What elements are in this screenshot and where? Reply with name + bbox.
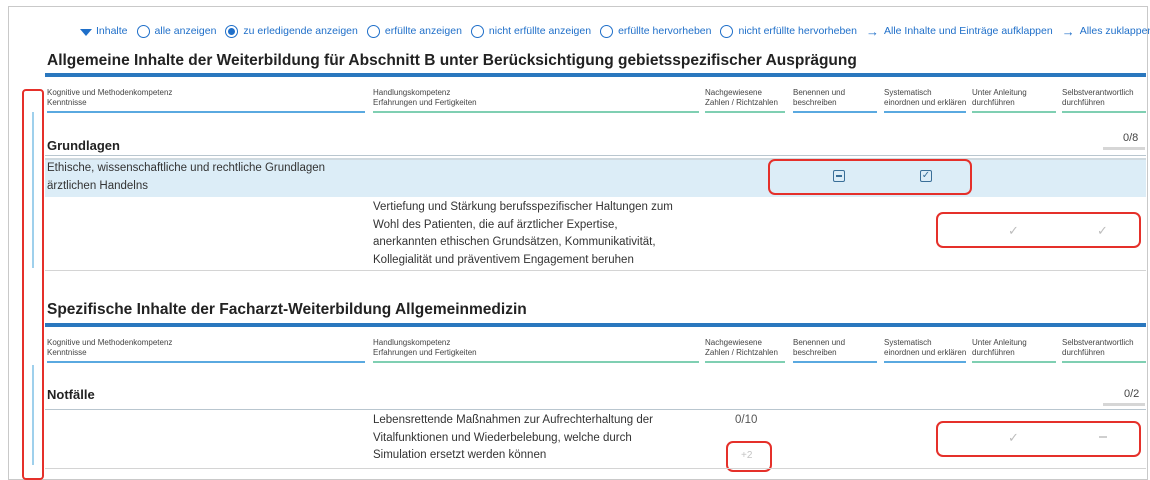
radio-icon — [720, 24, 734, 38]
column-header-systematisch: Systematisch einordnen und erklären — [884, 88, 967, 107]
filter-option-label: nicht erfüllte hervorheben — [738, 25, 857, 37]
radio-icon — [470, 24, 484, 38]
column-underline — [705, 361, 785, 363]
column-header-anleitung: Unter Anleitung durchführen — [972, 88, 1027, 107]
radio-icon — [136, 24, 150, 38]
column-header-nachgewiesen: Nachgewiesene Zahlen / Richtzahlen — [705, 338, 778, 357]
column-underline — [1062, 361, 1146, 363]
row-fertigkeit-text: Vertiefung und Stärkung berufsspezifisch… — [373, 201, 673, 266]
richtzahl-value: 0/10 — [735, 414, 758, 426]
column-underline — [972, 111, 1056, 113]
filter-option-zu-erledigende[interactable]: zu erledigende anzeigen — [225, 24, 358, 38]
group-title[interactable]: Notfälle — [47, 387, 95, 402]
row-divider — [45, 468, 1146, 469]
column-underline — [373, 361, 699, 363]
group-count: 0/2 — [1124, 388, 1140, 400]
radio-icon — [600, 24, 614, 38]
column-underline — [705, 111, 785, 113]
filter-option-erfuellte-hervorheben[interactable]: erfüllte hervorheben — [600, 24, 712, 38]
column-header-anleitung: Unter Anleitung durchführen — [972, 338, 1027, 357]
column-header-nachgewiesen: Nachgewiesene Zahlen / Richtzahlen — [705, 88, 778, 107]
column-header-kognitive: Kognitive und Methodenkompetenz Kenntniss… — [47, 88, 173, 107]
expand-all-link[interactable]: → Alle Inhalte und Einträge aufklappen — [866, 25, 1053, 38]
column-header-selbst: Selbstverantwortlich durchführen — [1062, 88, 1134, 107]
radio-icon — [366, 24, 380, 38]
section-divider — [45, 73, 1146, 77]
group-count: 0/8 — [1123, 132, 1139, 144]
inhalte-label: Inhalte — [96, 25, 128, 37]
group-progress-bar — [1103, 403, 1145, 406]
column-header-systematisch: Systematisch einordnen und erklären — [884, 338, 967, 357]
column-underline — [972, 361, 1056, 363]
column-header-benennen: Benennen und beschreiben — [793, 88, 846, 107]
column-header-selbst: Selbstverantwortlich durchführen — [1062, 338, 1134, 357]
group-divider — [45, 155, 1146, 156]
column-header-handlung: Handlungskompetenz Erfahrungen und Fertig… — [373, 338, 477, 357]
column-underline — [884, 111, 966, 113]
column-underline — [793, 361, 877, 363]
filter-option-label: alle anzeigen — [154, 25, 217, 37]
row-kenntnis-text: Ethische, wissenschaftliche und rechtlic… — [47, 162, 326, 192]
column-underline — [793, 111, 877, 113]
annotation-box — [768, 159, 972, 195]
annotation-box — [936, 212, 1141, 248]
row-divider — [45, 270, 1146, 271]
collapse-all-link[interactable]: → Alles zuklappen — [1062, 25, 1150, 38]
section-title: Spezifische Inhalte der Facharzt-Weiterb… — [47, 301, 527, 318]
arrow-right-icon: → — [865, 23, 879, 39]
radio-selected-icon — [225, 24, 239, 38]
filter-option-label: erfüllte hervorheben — [618, 25, 712, 37]
annotation-box — [936, 421, 1141, 457]
column-underline — [47, 111, 365, 113]
annotation-box — [22, 89, 44, 480]
filter-option-nicht-erfuellte-hervorheben[interactable]: nicht erfüllte hervorheben — [720, 24, 857, 38]
filter-option-erfuellte[interactable]: erfüllte anzeigen — [366, 24, 462, 38]
filter-bar: Inhalte alle anzeigen zu erledigende anz… — [80, 21, 1150, 41]
column-underline — [47, 361, 365, 363]
column-underline — [884, 361, 966, 363]
filter-option-alle[interactable]: alle anzeigen — [136, 24, 217, 38]
section-divider — [45, 323, 1146, 327]
column-header-kognitive: Kognitive und Methodenkompetenz Kenntniss… — [47, 338, 173, 357]
inhalte-filter[interactable]: Inhalte — [80, 25, 128, 37]
arrow-right-icon: → — [1061, 23, 1075, 39]
group-progress-bar — [1103, 147, 1145, 150]
column-header-benennen: Benennen und beschreiben — [793, 338, 846, 357]
column-underline — [1062, 111, 1146, 113]
column-underline — [373, 111, 699, 113]
funnel-icon — [80, 28, 92, 36]
column-header-handlung: Handlungskompetenz Erfahrungen und Fertig… — [373, 88, 477, 107]
section-title: Allgemeine Inhalte der Weiterbildung für… — [47, 52, 857, 69]
filter-option-nicht-erfuellte[interactable]: nicht erfüllte anzeigen — [470, 24, 592, 38]
group-divider — [45, 409, 1146, 410]
collapse-all-label: Alles zuklappen — [1079, 25, 1150, 37]
filter-option-label: zu erledigende anzeigen — [243, 25, 358, 37]
filter-option-label: nicht erfüllte anzeigen — [488, 25, 592, 37]
expand-all-label: Alle Inhalte und Einträge aufklappen — [883, 25, 1053, 37]
group-title[interactable]: Grundlagen — [47, 138, 120, 153]
row-fertigkeit-text: Lebensrettende Maßnahmen zur Aufrechterh… — [373, 414, 654, 461]
filter-option-label: erfüllte anzeigen — [384, 25, 462, 37]
